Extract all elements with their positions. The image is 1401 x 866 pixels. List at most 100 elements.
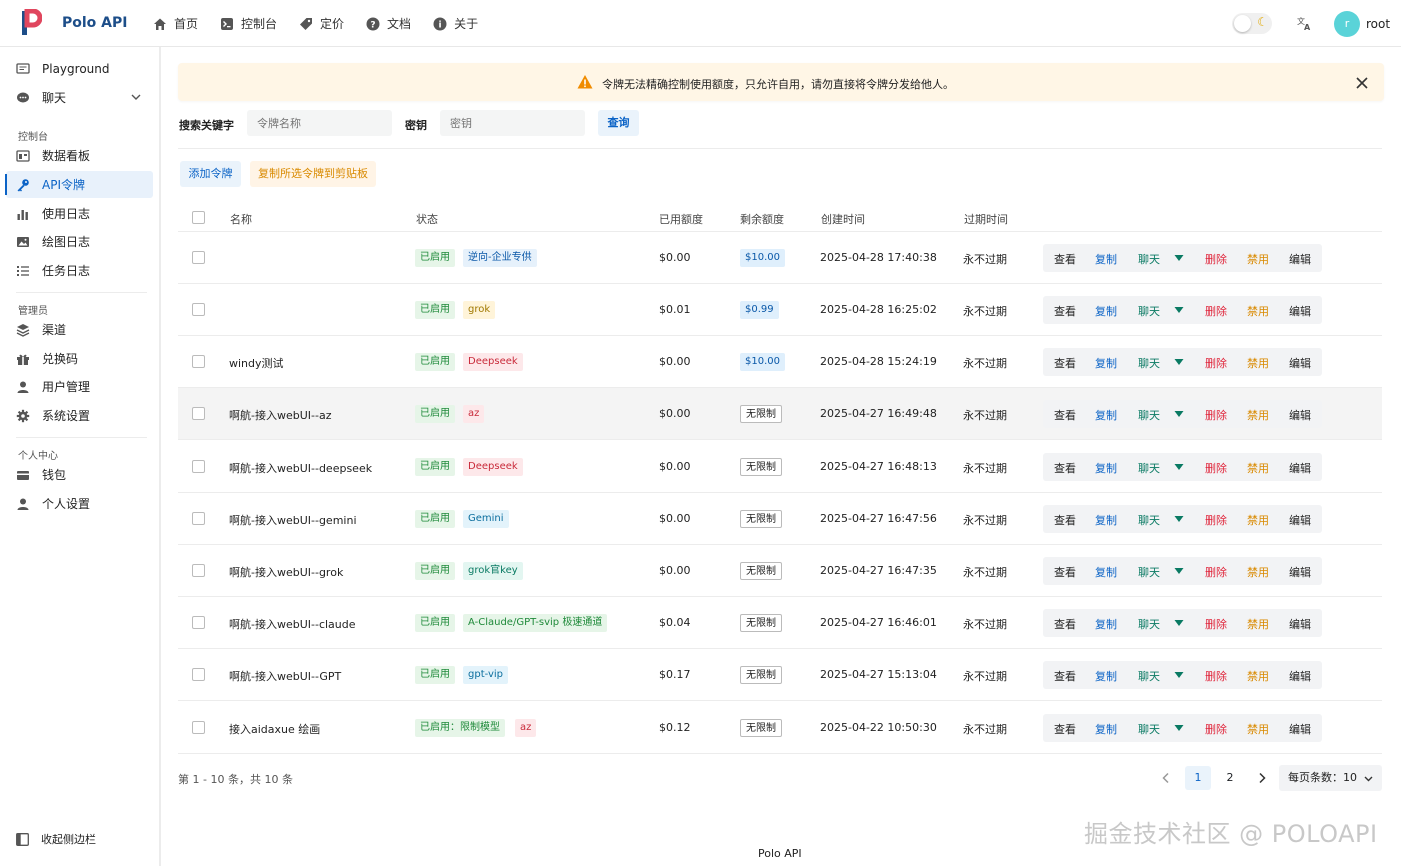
edit-button[interactable]: 编辑 <box>1289 564 1311 580</box>
caret-down-icon[interactable] <box>1174 409 1184 419</box>
copy-button[interactable]: 复制 <box>1095 355 1117 371</box>
chat-button[interactable]: 聊天 <box>1138 721 1160 737</box>
row-checkbox[interactable] <box>192 616 205 629</box>
edit-button[interactable]: 编辑 <box>1289 616 1311 632</box>
disable-button[interactable]: 禁用 <box>1247 460 1269 476</box>
row-checkbox[interactable] <box>192 303 205 316</box>
delete-button[interactable]: 删除 <box>1205 564 1227 580</box>
select-all-checkbox[interactable] <box>192 211 205 224</box>
row-checkbox[interactable] <box>192 407 205 420</box>
sidebar-item-draw-logs[interactable]: 绘图日志 <box>6 228 153 255</box>
view-button[interactable]: 查看 <box>1054 460 1076 476</box>
row-checkbox[interactable] <box>192 460 205 473</box>
caret-down-icon[interactable] <box>1174 514 1184 524</box>
sidebar-item-personal-settings[interactable]: 个人设置 <box>6 490 153 517</box>
table-row[interactable]: 已启用 grok $0.01 $0.99 2025-04-28 16:25:02 永不过期… <box>178 284 1382 336</box>
sidebar-item-playground[interactable]: Playground <box>6 55 153 82</box>
row-checkbox[interactable] <box>192 721 205 734</box>
page-size-select[interactable]: 每页条数：10 <box>1279 765 1382 791</box>
table-row[interactable]: 啊航-接入webUI--grok 已启用 grok官key $0.00 无限制 2025-… <box>178 545 1382 597</box>
disable-button[interactable]: 禁用 <box>1247 721 1269 737</box>
table-row[interactable]: 啊航-接入webUI--GPT 已启用 gpt-vip $0.17 无限制 2025-04… <box>178 649 1382 701</box>
edit-button[interactable]: 编辑 <box>1289 303 1311 319</box>
nav-about[interactable]: i 关于 <box>433 15 478 32</box>
delete-button[interactable]: 删除 <box>1205 355 1227 371</box>
copy-button[interactable]: 复制 <box>1095 303 1117 319</box>
delete-button[interactable]: 删除 <box>1205 616 1227 632</box>
chat-button[interactable]: 聊天 <box>1138 355 1160 371</box>
collapse-sidebar-button[interactable]: 收起侧边栏 <box>16 831 96 847</box>
disable-button[interactable]: 禁用 <box>1247 616 1269 632</box>
view-button[interactable]: 查看 <box>1054 251 1076 267</box>
edit-button[interactable]: 编辑 <box>1289 512 1311 528</box>
sidebar-item-chat[interactable]: 聊天 <box>6 84 153 111</box>
delete-button[interactable]: 删除 <box>1205 407 1227 423</box>
delete-button[interactable]: 删除 <box>1205 460 1227 476</box>
view-button[interactable]: 查看 <box>1054 564 1076 580</box>
copy-button[interactable]: 复制 <box>1095 564 1117 580</box>
disable-button[interactable]: 禁用 <box>1247 251 1269 267</box>
caret-down-icon[interactable] <box>1174 618 1184 628</box>
caret-down-icon[interactable] <box>1174 670 1184 680</box>
caret-down-icon[interactable] <box>1174 305 1184 315</box>
copy-button[interactable]: 复制 <box>1095 460 1117 476</box>
page-1-button[interactable]: 1 <box>1185 766 1211 790</box>
delete-button[interactable]: 删除 <box>1205 303 1227 319</box>
sidebar-item-channels[interactable]: 渠道 <box>6 316 153 343</box>
username[interactable]: root <box>1366 17 1390 31</box>
table-row[interactable]: 啊航-接入webUI--gemini 已启用 Gemini $0.00 无限制 2025-… <box>178 493 1382 545</box>
edit-button[interactable]: 编辑 <box>1289 355 1311 371</box>
row-checkbox[interactable] <box>192 668 205 681</box>
nav-console[interactable]: 控制台 <box>220 15 277 32</box>
sidebar-item-wallet[interactable]: 钱包 <box>6 461 153 488</box>
copy-button[interactable]: 复制 <box>1095 616 1117 632</box>
delete-button[interactable]: 删除 <box>1205 668 1227 684</box>
view-button[interactable]: 查看 <box>1054 303 1076 319</box>
view-button[interactable]: 查看 <box>1054 721 1076 737</box>
translate-icon[interactable]: 文 A <box>1296 15 1312 31</box>
add-token-button[interactable]: 添加令牌 <box>180 161 241 187</box>
chat-button[interactable]: 聊天 <box>1138 564 1160 580</box>
key-search-input[interactable] <box>440 110 585 136</box>
chevron-right-icon[interactable] <box>1256 772 1268 784</box>
nav-docs[interactable]: ? 文档 <box>366 15 411 32</box>
chat-button[interactable]: 聊天 <box>1138 407 1160 423</box>
caret-down-icon[interactable] <box>1174 357 1184 367</box>
row-checkbox[interactable] <box>192 512 205 525</box>
token-name-search-input[interactable] <box>247 110 392 136</box>
view-button[interactable]: 查看 <box>1054 616 1076 632</box>
disable-button[interactable]: 禁用 <box>1247 512 1269 528</box>
view-button[interactable]: 查看 <box>1054 668 1076 684</box>
disable-button[interactable]: 禁用 <box>1247 303 1269 319</box>
view-button[interactable]: 查看 <box>1054 407 1076 423</box>
edit-button[interactable]: 编辑 <box>1289 668 1311 684</box>
delete-button[interactable]: 删除 <box>1205 251 1227 267</box>
logo-icon[interactable] <box>20 9 42 37</box>
copy-button[interactable]: 复制 <box>1095 251 1117 267</box>
delete-button[interactable]: 删除 <box>1205 512 1227 528</box>
page-2-button[interactable]: 2 <box>1217 766 1243 790</box>
chat-button[interactable]: 聊天 <box>1138 616 1160 632</box>
nav-home[interactable]: 首页 <box>153 15 198 32</box>
table-row[interactable]: 啊航-接入webUI--az 已启用 az $0.00 无限制 2025-04-27 16… <box>178 388 1382 440</box>
sidebar-item-api-tokens[interactable]: API令牌 <box>5 171 153 198</box>
caret-down-icon[interactable] <box>1174 253 1184 263</box>
row-checkbox[interactable] <box>192 355 205 368</box>
table-row[interactable]: 已启用 逆向-企业专供 $0.00 $10.00 2025-04-28 17:40:38… <box>178 232 1382 284</box>
avatar[interactable]: r <box>1334 11 1360 37</box>
caret-down-icon[interactable] <box>1174 462 1184 472</box>
table-row[interactable]: 啊航-接入webUI--deepseek 已启用 Deepseek $0.00 无限制 2… <box>178 441 1382 493</box>
close-icon[interactable] <box>1355 76 1369 90</box>
edit-button[interactable]: 编辑 <box>1289 721 1311 737</box>
caret-down-icon[interactable] <box>1174 723 1184 733</box>
chat-button[interactable]: 聊天 <box>1138 303 1160 319</box>
chat-button[interactable]: 聊天 <box>1138 460 1160 476</box>
sidebar-item-settings[interactable]: 系统设置 <box>6 402 153 429</box>
disable-button[interactable]: 禁用 <box>1247 668 1269 684</box>
nav-pricing[interactable]: 定价 <box>299 15 344 32</box>
brand-name[interactable]: Polo API <box>62 15 127 31</box>
sidebar-item-dashboard[interactable]: 数据看板 <box>6 142 153 169</box>
chat-button[interactable]: 聊天 <box>1138 668 1160 684</box>
copy-button[interactable]: 复制 <box>1095 407 1117 423</box>
copy-button[interactable]: 复制 <box>1095 721 1117 737</box>
